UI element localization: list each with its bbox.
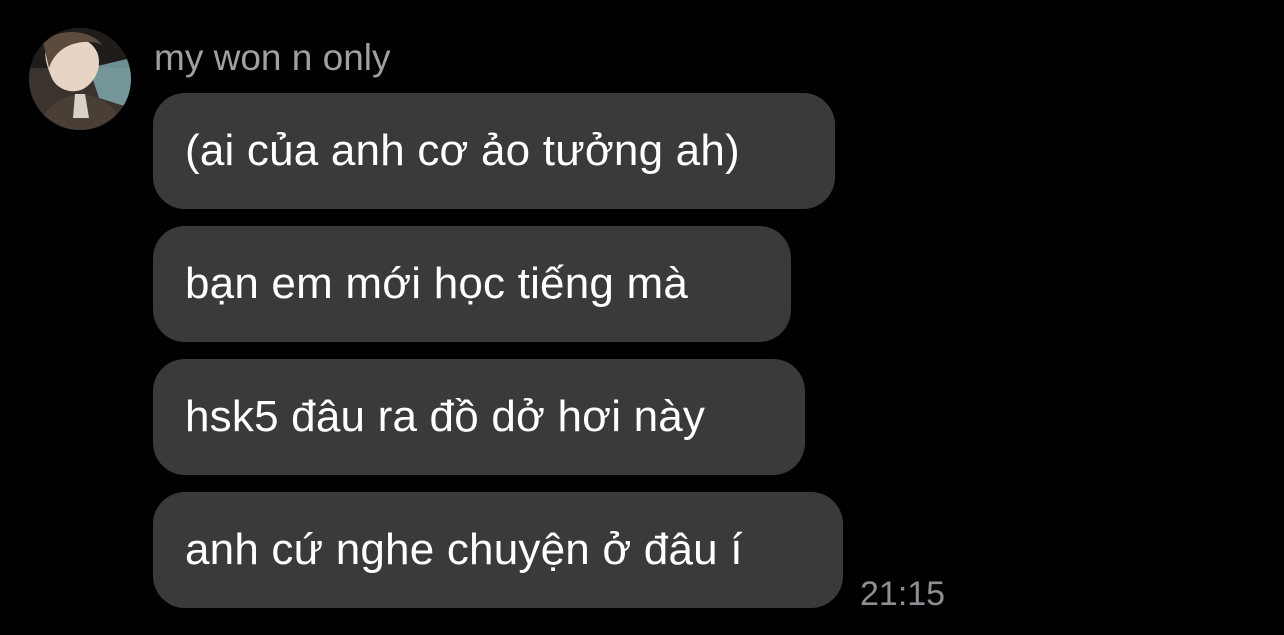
message-bubble[interactable]: anh cứ nghe chuyện ở đâu í bbox=[153, 492, 843, 608]
message-text: hsk5 đâu ra đồ dở hơi này bbox=[185, 392, 706, 441]
message-bubble[interactable]: bạn em mới học tiếng mà bbox=[153, 226, 791, 342]
message-timestamp: 21:15 bbox=[860, 575, 946, 613]
message-text: (ai của anh cơ ảo tưởng ah) bbox=[185, 126, 740, 175]
sender-name: my won n only bbox=[154, 37, 391, 78]
message-bubble[interactable]: hsk5 đâu ra đồ dở hơi này bbox=[153, 359, 805, 475]
message-bubble[interactable]: (ai của anh cơ ảo tưởng ah) bbox=[153, 93, 835, 209]
avatar-photo-icon bbox=[29, 28, 131, 130]
message-text: bạn em mới học tiếng mà bbox=[185, 259, 689, 308]
message-text: anh cứ nghe chuyện ở đâu í bbox=[185, 525, 743, 574]
avatar[interactable] bbox=[29, 28, 131, 130]
